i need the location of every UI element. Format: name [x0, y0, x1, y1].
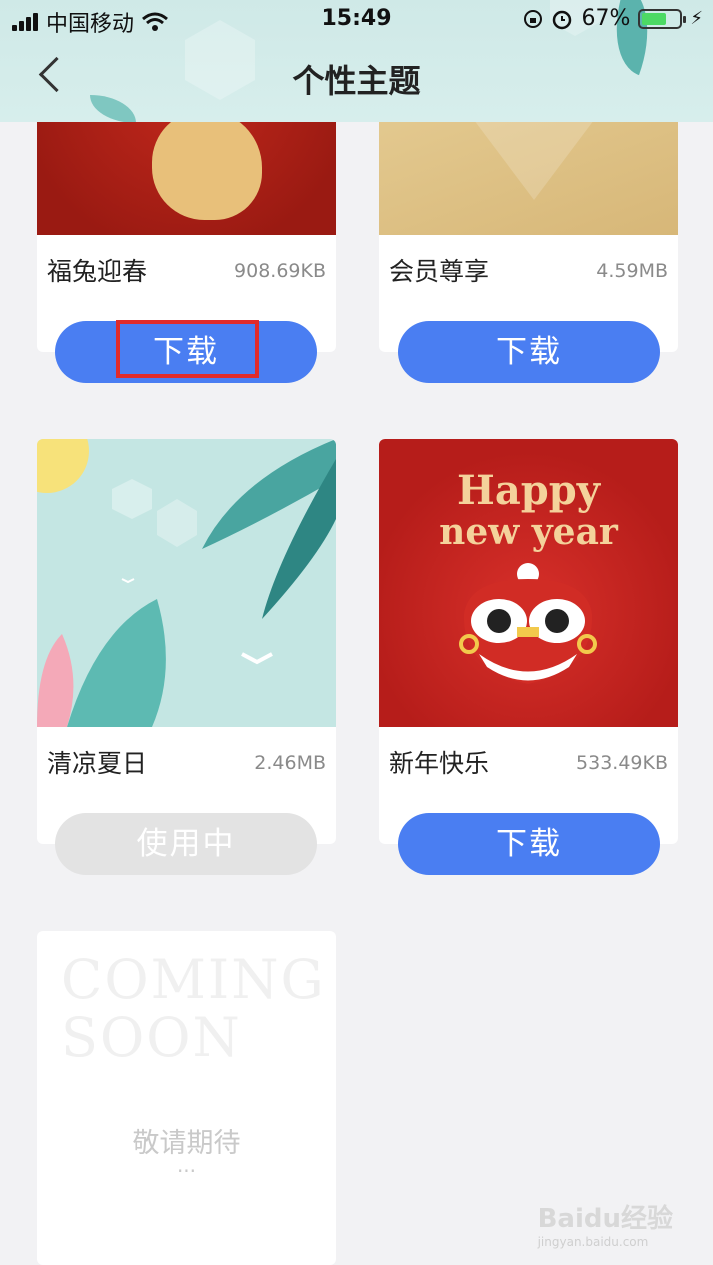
coming-soon-text: SOON [61, 1006, 242, 1069]
summer-illustration [37, 439, 336, 727]
ellipsis-label: ··· [176, 1159, 197, 1183]
coming-soon-card: COMING SOON 敬请期待 ··· [37, 931, 336, 1265]
status-bar: 中国移动 15:49 67% ⚡ [0, 0, 713, 40]
rotation-lock-icon [524, 9, 543, 28]
highlight-box [116, 320, 259, 378]
theme-name: 会员尊享 [389, 257, 490, 286]
watermark-brand: Baidu经验 [537, 1204, 673, 1234]
theme-thumbnail[interactable] [37, 439, 336, 727]
theme-name: 新年快乐 [389, 749, 490, 778]
battery-icon [638, 8, 687, 29]
theme-name: 清凉夏日 [47, 749, 148, 778]
alarm-icon [553, 10, 572, 29]
lion-dance-illustration [459, 563, 597, 684]
theme-card: 清凉夏日 2.46MB [37, 439, 336, 844]
theme-name: 福兔迎春 [47, 257, 148, 286]
theme-size: 908.69KB [234, 260, 326, 282]
page-title: 个性主题 [292, 62, 421, 100]
coming-soon-text: COMING [61, 948, 326, 1011]
download-button[interactable]: 下载 [398, 813, 660, 875]
charging-icon: ⚡ [690, 8, 703, 29]
theme-thumbnail[interactable]: Happy new year [379, 439, 678, 727]
download-button[interactable]: 下载 [398, 321, 660, 383]
battery-percent: 67% [581, 6, 631, 31]
stay-tuned-label: 敬请期待 [132, 1128, 241, 1159]
in-use-button[interactable]: 使用中 [55, 813, 317, 875]
theme-size: 2.46MB [254, 752, 326, 774]
theme-size: 4.59MB [596, 260, 668, 282]
theme-size: 533.49KB [576, 752, 668, 774]
theme-card: Happy new year 新年快乐 533.49KB [379, 439, 678, 844]
watermark-url: jingyan.baidu.com [537, 1235, 649, 1249]
app-header: 中国移动 15:49 67% ⚡ 个性主题 [0, 0, 713, 122]
baidu-watermark: Baidu经验 jingyan.baidu.com [538, 1198, 673, 1249]
